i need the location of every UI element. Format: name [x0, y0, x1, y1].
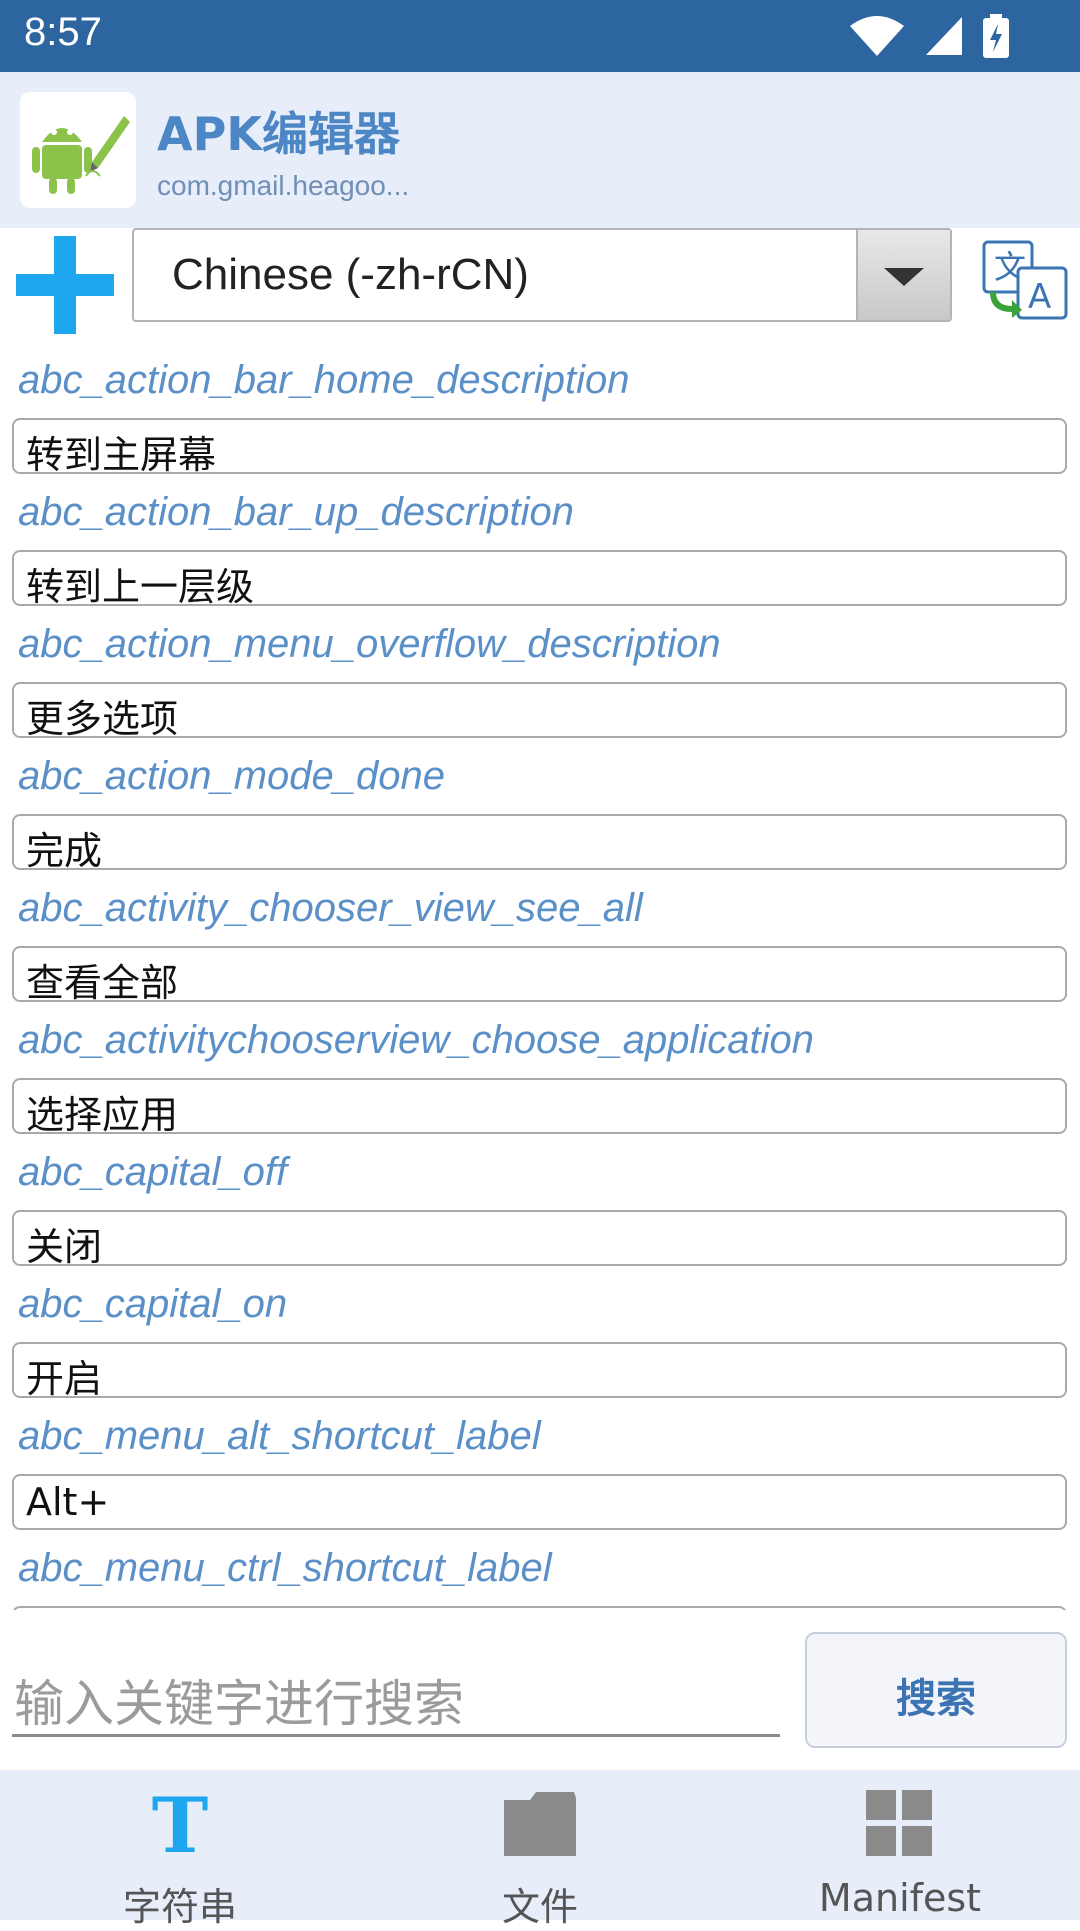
tab-strings[interactable]: T 字符串: [0, 1770, 360, 1929]
search-button-label: 搜索: [896, 1676, 976, 1722]
string-value-field[interactable]: 转到主屏幕: [12, 418, 1067, 477]
string-value: 更多选项: [26, 697, 179, 741]
string-key: abc_activity_chooser_view_see_all: [18, 886, 643, 930]
folder-icon: [504, 1792, 576, 1856]
string-value: 开启: [26, 1357, 103, 1401]
app-header: APK编辑器 com.gmail.heagoo...: [0, 72, 1080, 228]
list-item: abc_menu_ctrl_shortcut_label: [0, 1536, 1080, 1610]
tab-manifest-label: Manifest: [818, 1876, 982, 1920]
grid-icon: [866, 1790, 932, 1856]
search-bar: 输入关键字进行搜索 搜索: [0, 1620, 1080, 1770]
language-select[interactable]: Chinese (-zh-rCN): [132, 228, 952, 322]
list-item: abc_action_menu_overflow_description 更多选…: [0, 612, 1080, 744]
string-key: abc_capital_on: [18, 1282, 288, 1326]
tab-files[interactable]: 文件: [360, 1770, 720, 1929]
list-item: abc_action_mode_done 完成: [0, 744, 1080, 876]
string-list[interactable]: abc_action_bar_home_description 转到主屏幕 ab…: [0, 348, 1080, 1610]
text-icon: T: [152, 1784, 209, 1864]
chevron-down-icon: [884, 268, 924, 286]
string-value-field[interactable]: [12, 1606, 1067, 1610]
search-input[interactable]: 输入关键字进行搜索: [12, 1650, 780, 1737]
string-value-field[interactable]: 查看全部: [12, 946, 1067, 1005]
list-item: abc_menu_alt_shortcut_label Alt+: [0, 1404, 1080, 1536]
app-logo-icon: [20, 92, 136, 208]
list-item: abc_capital_on 开启: [0, 1272, 1080, 1404]
tab-manifest[interactable]: Manifest: [720, 1770, 1080, 1920]
list-item: abc_action_bar_up_description 转到上一层级: [0, 480, 1080, 612]
bottom-nav: T 字符串 文件 Manifest: [0, 1770, 1080, 1929]
signal-icon: [926, 17, 962, 55]
add-language-button[interactable]: [16, 236, 114, 334]
language-select-value: Chinese (-zh-rCN): [172, 250, 529, 299]
string-value: 转到主屏幕: [26, 433, 217, 477]
svg-text:T: T: [152, 1784, 209, 1864]
string-key: abc_action_menu_overflow_description: [18, 622, 721, 666]
status-bar: 8:57: [0, 0, 1080, 72]
wifi-icon: [850, 16, 904, 56]
string-key: abc_menu_ctrl_shortcut_label: [18, 1546, 552, 1590]
string-value-field[interactable]: 选择应用: [12, 1078, 1067, 1137]
string-value-field[interactable]: 完成: [12, 814, 1067, 873]
search-placeholder: 输入关键字进行搜索: [14, 1675, 464, 1733]
string-key: abc_menu_alt_shortcut_label: [18, 1414, 541, 1458]
string-value-field[interactable]: 更多选项: [12, 682, 1067, 741]
string-key: abc_action_mode_done: [18, 754, 446, 798]
list-item: abc_activity_chooser_view_see_all 查看全部: [0, 876, 1080, 1008]
list-item: abc_capital_off 关闭: [0, 1140, 1080, 1272]
app-package: com.gmail.heagoo...: [157, 170, 410, 201]
string-key: abc_capital_off: [18, 1150, 288, 1194]
string-value-field[interactable]: 转到上一层级: [12, 550, 1067, 609]
string-key: abc_activitychooserview_choose_applicati…: [18, 1018, 815, 1062]
translate-icon: 文 A: [982, 240, 1068, 320]
status-icons: [848, 14, 1010, 58]
string-key: abc_action_bar_home_description: [18, 358, 630, 402]
tab-strings-label: 字符串: [122, 1885, 237, 1929]
string-value: 关闭: [26, 1225, 103, 1269]
translate-button[interactable]: 文 A: [982, 240, 1068, 322]
language-toolbar: Chinese (-zh-rCN) 文 A: [0, 228, 1080, 336]
string-value-field[interactable]: Alt+: [12, 1474, 1067, 1530]
search-button[interactable]: 搜索: [805, 1632, 1067, 1748]
string-value: 选择应用: [26, 1093, 179, 1137]
string-value: 查看全部: [26, 961, 179, 1005]
string-key: abc_action_bar_up_description: [18, 490, 574, 534]
list-item: abc_activitychooserview_choose_applicati…: [0, 1008, 1080, 1140]
status-time: 8:57: [24, 10, 102, 54]
string-value: Alt+: [26, 1480, 110, 1524]
string-value-field[interactable]: 开启: [12, 1342, 1067, 1401]
app-name: APK编辑器: [157, 107, 400, 161]
string-value: 转到上一层级: [26, 565, 255, 609]
plus-icon-vertical: [54, 236, 76, 334]
dropdown-arrow-button[interactable]: [856, 230, 950, 320]
svg-text:A: A: [1028, 277, 1051, 317]
tab-files-label: 文件: [501, 1885, 578, 1929]
string-value: 完成: [26, 829, 103, 873]
list-item: abc_action_bar_home_description 转到主屏幕: [0, 348, 1080, 480]
battery-icon: [983, 14, 1009, 58]
string-value-field[interactable]: 关闭: [12, 1210, 1067, 1269]
